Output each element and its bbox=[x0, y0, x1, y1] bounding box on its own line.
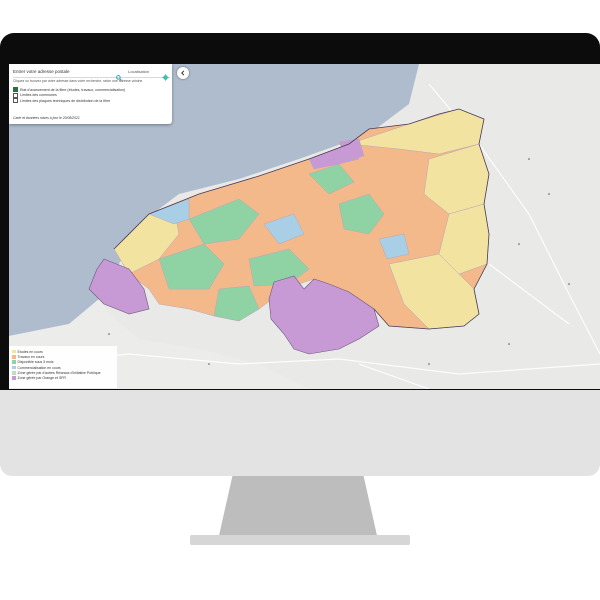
geolocation-icon[interactable] bbox=[162, 68, 169, 81]
search-hint: Cliquez ou trouvez par votre adresse dan… bbox=[13, 79, 144, 83]
geolocation-label: Localisation bbox=[128, 69, 150, 74]
layer-item[interactable]: Limites des plaques techniques de distri… bbox=[13, 98, 169, 104]
legend-swatch bbox=[12, 360, 16, 364]
layer-label: Limites des communes bbox=[20, 93, 57, 98]
layer-label: Limites des plaques techniques de distri… bbox=[20, 98, 111, 103]
chevron-left-icon bbox=[181, 70, 185, 76]
legend-item: Zone gérée par d'autres Réseaux d'Initia… bbox=[9, 370, 117, 375]
search-bar: Localisation bbox=[13, 67, 170, 81]
legend-swatch bbox=[12, 371, 16, 375]
map-screen[interactable]: Localisation Cliquez ou trouvez par votr… bbox=[9, 64, 600, 389]
layer-checkbox[interactable] bbox=[13, 92, 18, 98]
update-date: Carte et données mises à jour le 20/08/2… bbox=[13, 116, 80, 120]
search-panel: Localisation Cliquez ou trouvez par votr… bbox=[9, 64, 172, 124]
legend-swatch bbox=[12, 365, 16, 370]
legend-label: Commercialisation en cours bbox=[17, 365, 61, 370]
legend-swatch bbox=[12, 355, 16, 359]
monitor-stand bbox=[218, 476, 378, 540]
monitor-stand-base bbox=[190, 535, 410, 545]
address-search-input[interactable] bbox=[13, 67, 113, 76]
collapse-panel-button[interactable] bbox=[177, 67, 189, 79]
legend-label: Zone gérée par Orange et SFR bbox=[17, 376, 66, 381]
search-icon[interactable] bbox=[116, 68, 122, 81]
legend-label: Etudes en cours bbox=[17, 349, 43, 354]
layer-checkbox[interactable] bbox=[13, 98, 18, 104]
map-legend: Etudes en cours Travaux en cours Disponi… bbox=[9, 346, 117, 388]
legend-item: Zone gérée par Orange et SFR bbox=[9, 375, 117, 380]
legend-label: Disponible sous 3 mois bbox=[17, 360, 54, 365]
legend-label: Zone gérée par d'autres Réseaux d'Initia… bbox=[17, 370, 101, 375]
legend-label: Travaux en cours bbox=[17, 354, 45, 359]
layer-checkbox[interactable] bbox=[13, 87, 18, 93]
legend-swatch bbox=[12, 349, 16, 354]
layer-list: Etat d'avancement de la fibre (études, t… bbox=[13, 87, 169, 104]
layer-label: Etat d'avancement de la fibre (études, t… bbox=[20, 87, 126, 92]
legend-swatch bbox=[12, 376, 16, 380]
